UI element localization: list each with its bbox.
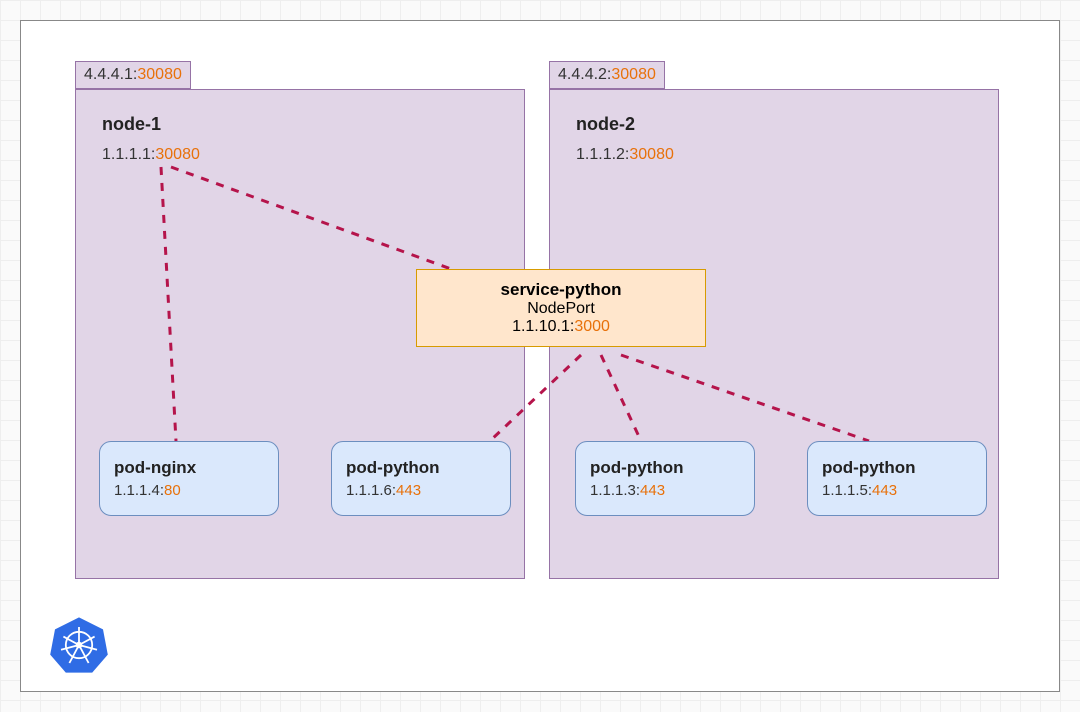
service-ip: 1.1.10.1:3000: [429, 318, 693, 336]
service-box: service-python NodePort 1.1.10.1:3000: [416, 269, 706, 347]
kubernetes-icon: [49, 615, 109, 675]
node-2-ext-port: 30080: [611, 66, 656, 83]
pod-title: pod-python: [590, 458, 740, 478]
node-1-internal-ip: 1.1.1.1:30080: [102, 146, 200, 164]
node-2-internal-ip: 1.1.1.2:30080: [576, 146, 674, 164]
node-2-external-tab: 4.4.4.2:30080: [549, 61, 665, 89]
node-1-ext-ip: 4.4.4.1:: [84, 66, 137, 83]
diagram-canvas: 4.4.4.1:30080 node-1 1.1.1.1:30080 4.4.4…: [20, 20, 1060, 692]
pod-ip: 1.1.1.6:443: [346, 482, 496, 499]
pod-ip: 1.1.1.4:80: [114, 482, 264, 499]
pod-title: pod-nginx: [114, 458, 264, 478]
node-1-title: node-1: [102, 114, 161, 135]
service-title: service-python: [429, 280, 693, 300]
pod-ip: 1.1.1.3:443: [590, 482, 740, 499]
pod-python-1-box: pod-python 1.1.1.6:443: [331, 441, 511, 516]
node-2-ext-ip: 4.4.4.2:: [558, 66, 611, 83]
pod-title: pod-python: [346, 458, 496, 478]
pod-ip: 1.1.1.5:443: [822, 482, 972, 499]
node-1-external-tab: 4.4.4.1:30080: [75, 61, 191, 89]
node-2-title: node-2: [576, 114, 635, 135]
service-type: NodePort: [429, 300, 693, 318]
pod-nginx-box: pod-nginx 1.1.1.4:80: [99, 441, 279, 516]
pod-title: pod-python: [822, 458, 972, 478]
node-1-ext-port: 30080: [137, 66, 182, 83]
pod-python-2-box: pod-python 1.1.1.3:443: [575, 441, 755, 516]
pod-python-3-box: pod-python 1.1.1.5:443: [807, 441, 987, 516]
